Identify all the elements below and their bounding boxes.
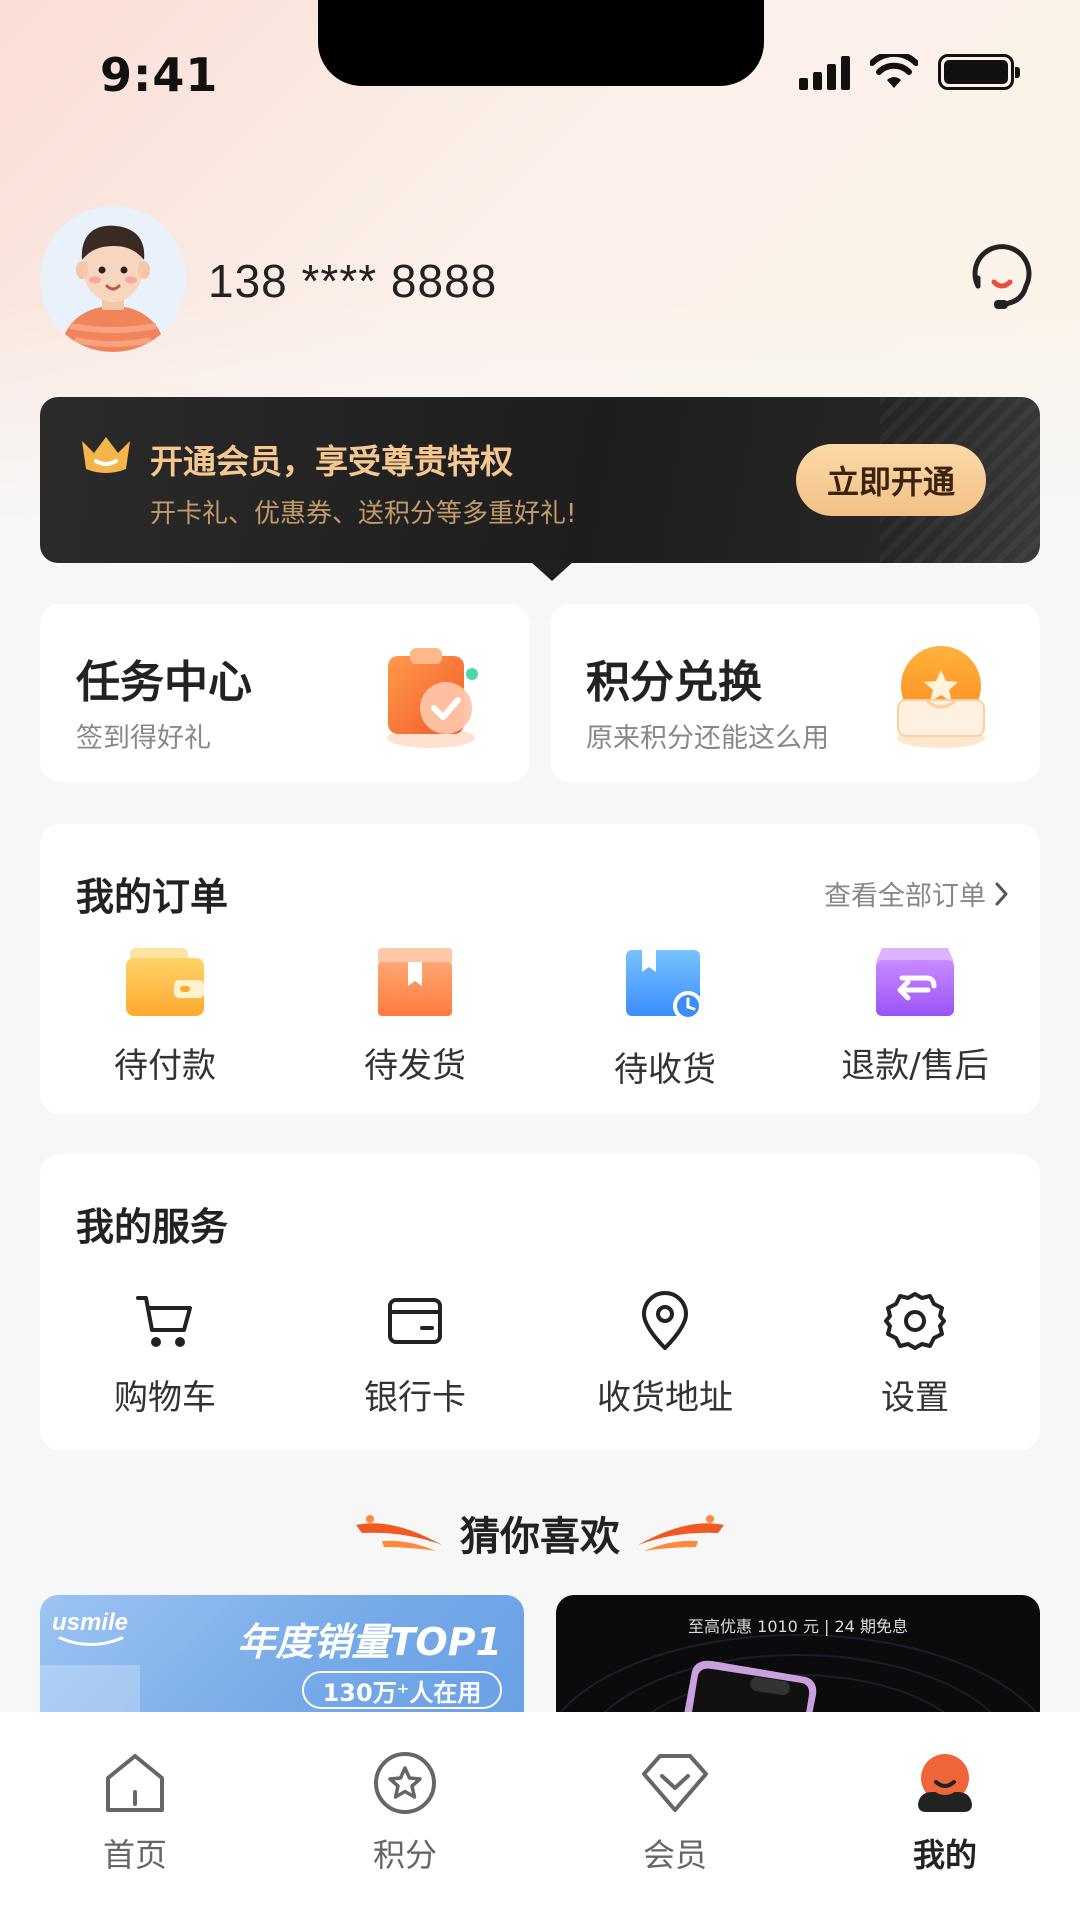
product-headline: 年度销量TOP1 (237, 1620, 502, 1664)
member-banner-title: 开通会员，享受尊贵特权 (150, 442, 513, 481)
tab-mine-label: 我的 (912, 1836, 977, 1874)
order-refund-aftersale[interactable]: 退款/售后 (790, 944, 1040, 1091)
recommend-title: 猜你喜欢 (460, 1514, 620, 1560)
home-icon (106, 1754, 164, 1812)
profile-header: 138 **** 8888 (40, 206, 1040, 356)
order-pending-payment-label: 待付款 (114, 1046, 216, 1086)
box-icon (378, 948, 452, 1016)
wallet-icon (126, 948, 204, 1016)
product-badge: 130万⁺人在用 (302, 1671, 502, 1709)
order-pending-receipt[interactable]: 待收货 (540, 944, 790, 1091)
my-orders-card: 我的订单 查看全部订单 待付款 待发货 待收货 退款/售后 (40, 824, 1040, 1114)
device-notch (318, 0, 764, 86)
tab-bar: 首页 积分 会员 我的 (0, 1712, 1080, 1920)
service-cart-label: 购物车 (114, 1378, 216, 1418)
order-pending-shipment-label: 待发货 (364, 1046, 466, 1086)
tab-home[interactable]: 首页 (0, 1712, 270, 1920)
delivery-box-icon (626, 950, 703, 1021)
service-cart[interactable]: 购物车 (40, 1290, 290, 1419)
customer-service-icon[interactable] (964, 240, 1040, 316)
avatar-illustration (60, 225, 166, 352)
cellular-signal-icon (799, 54, 850, 90)
points-exchange-card[interactable]: 积分兑换 原来积分还能这么用 (550, 604, 1040, 782)
view-all-orders-label: 查看全部订单 (824, 881, 986, 912)
points-exchange-subtitle: 原来积分还能这么用 (586, 723, 829, 754)
right-swoosh-icon (638, 1515, 724, 1551)
order-pending-receipt-label: 待收货 (614, 1050, 716, 1090)
gear-icon (884, 1292, 946, 1350)
diamond-icon (642, 1754, 708, 1812)
order-pending-payment[interactable]: 待付款 (40, 944, 290, 1091)
cart-icon (136, 1296, 192, 1347)
task-center-card[interactable]: 任务中心 签到得好礼 (40, 604, 530, 782)
status-icons (799, 54, 1020, 90)
brand-smile-icon (58, 1636, 124, 1646)
service-bank-card[interactable]: 银行卡 (290, 1290, 540, 1419)
task-center-subtitle: 签到得好礼 (76, 723, 211, 754)
status-bar: 9:41 (0, 0, 1080, 120)
wifi-icon (870, 54, 918, 88)
product-card-phone[interactable]: 至高优惠 1010 元 | 24 期免息 (556, 1595, 1040, 1715)
product-brand: usmile (52, 1609, 129, 1636)
profile-icon (918, 1754, 972, 1812)
my-services-card: 我的服务 购物车 银行卡 收货地址 设置 (40, 1154, 1040, 1450)
tab-member-label: 会员 (642, 1836, 707, 1874)
crown-icon (82, 437, 130, 473)
tab-member[interactable]: 会员 (540, 1712, 810, 1920)
services-title: 我的服务 (76, 1205, 229, 1249)
service-bank-card-label: 银行卡 (364, 1378, 466, 1418)
status-time: 9:41 (100, 48, 219, 102)
member-banner[interactable]: 开通会员，享受尊贵特权 开卡礼、优惠券、送积分等多重好礼! 立即开通 (40, 397, 1040, 581)
battery-icon (938, 54, 1020, 90)
star-icon (374, 1752, 436, 1814)
tab-points[interactable]: 积分 (270, 1712, 540, 1920)
card-icon (388, 1298, 442, 1344)
service-address[interactable]: 收货地址 (540, 1290, 790, 1419)
recommend-header: 猜你喜欢 (0, 1504, 1080, 1562)
order-refund-aftersale-label: 退款/售后 (841, 1046, 989, 1086)
product-deco (40, 1665, 140, 1715)
orders-title: 我的订单 (76, 875, 229, 919)
location-icon (642, 1291, 688, 1350)
banner-pointer (530, 561, 574, 581)
points-exchange-title: 积分兑换 (586, 657, 762, 708)
user-phone-number: 138 **** 8888 (208, 255, 498, 307)
member-banner-subtitle: 开卡礼、优惠券、送积分等多重好礼! (150, 499, 577, 529)
product-promo: 至高优惠 1010 元 | 24 期免息 (688, 1617, 908, 1636)
order-pending-shipment[interactable]: 待发货 (290, 944, 540, 1091)
product-card-usmile[interactable]: usmile 年度销量TOP1 130万⁺人在用 (40, 1595, 524, 1715)
tab-points-label: 积分 (372, 1836, 437, 1874)
refund-box-icon (876, 948, 954, 1016)
left-swoosh-icon (356, 1515, 442, 1551)
view-all-orders-link[interactable]: 查看全部订单 (824, 874, 1010, 913)
service-settings[interactable]: 设置 (790, 1290, 1040, 1419)
tab-home-label: 首页 (102, 1836, 167, 1874)
clipboard-check-icon (387, 648, 478, 748)
service-settings-label: 设置 (881, 1378, 949, 1418)
service-address-label: 收货地址 (597, 1378, 733, 1418)
tab-mine[interactable]: 我的 (810, 1712, 1080, 1920)
coin-wallet-icon (897, 646, 985, 748)
task-center-title: 任务中心 (76, 657, 252, 708)
chevron-right-icon (995, 882, 1008, 905)
avatar[interactable] (40, 206, 186, 352)
open-membership-button[interactable]: 立即开通 (796, 444, 986, 516)
